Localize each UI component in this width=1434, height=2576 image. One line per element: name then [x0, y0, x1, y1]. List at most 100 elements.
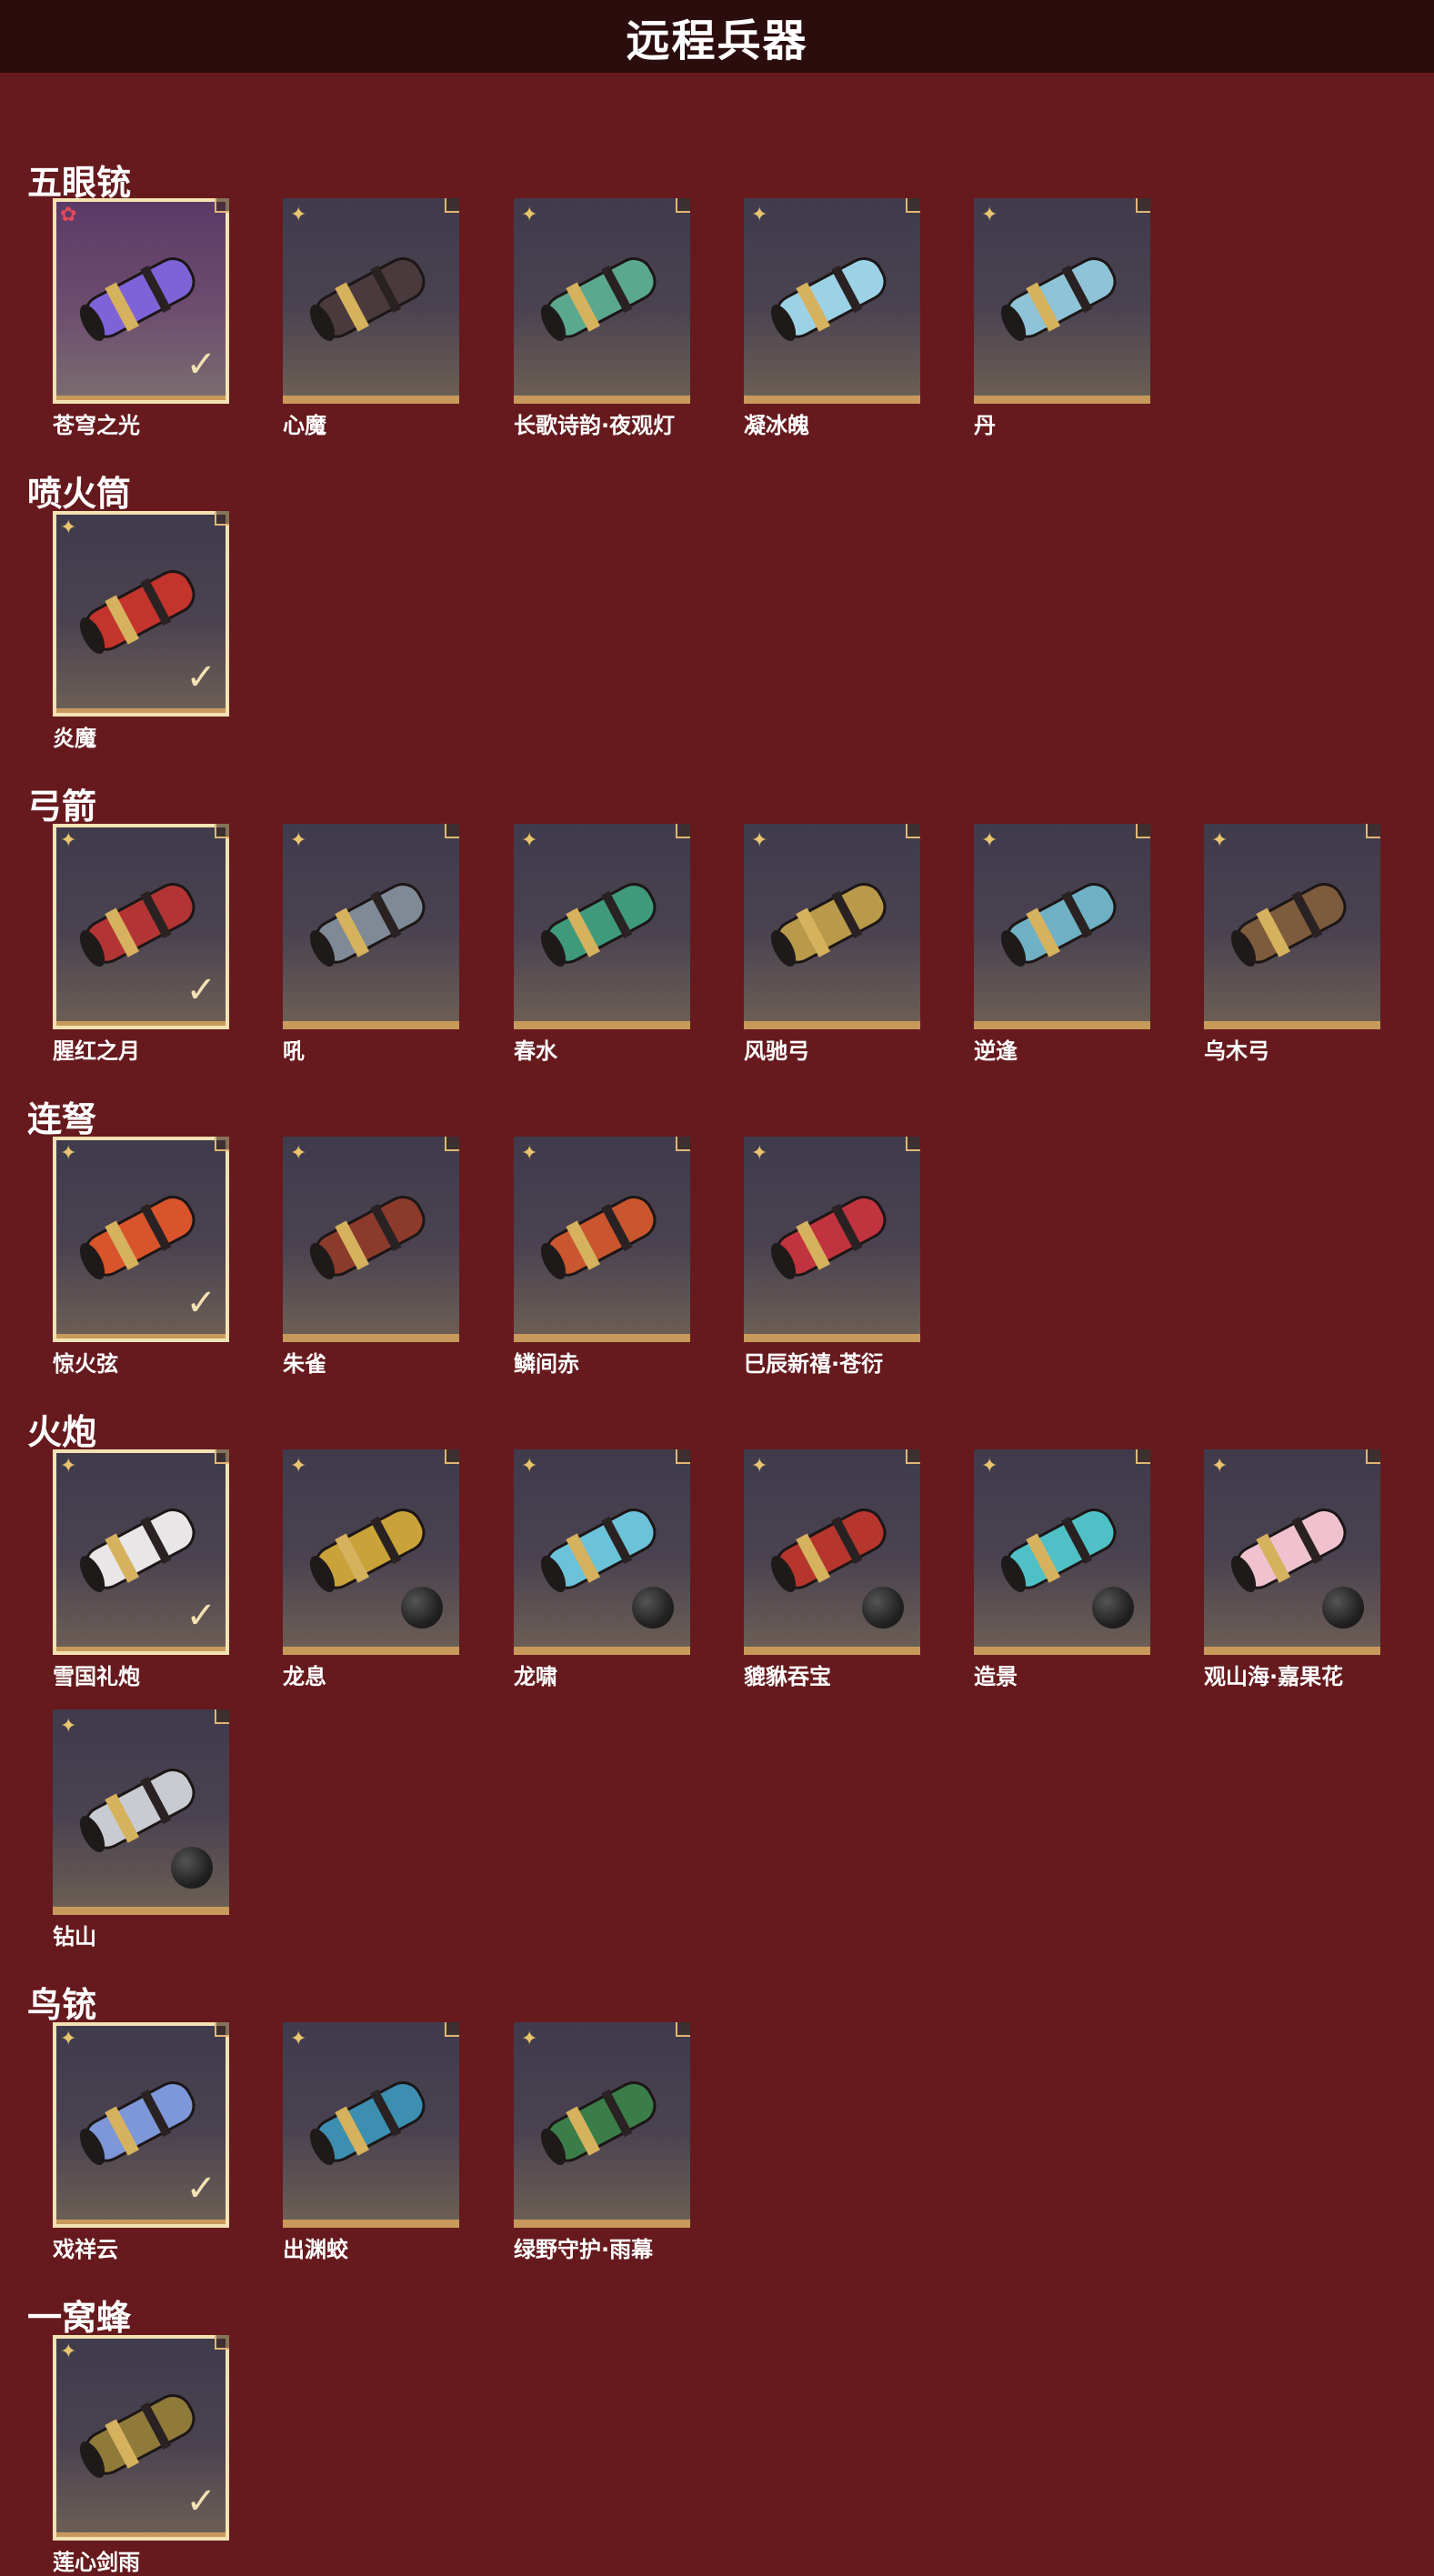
weapon-name: 钻山: [53, 1924, 96, 1950]
weapon-artwork: [309, 1196, 426, 1280]
weapon-card[interactable]: ✦ 凝冰魄: [744, 198, 920, 439]
weapon-thumbnail[interactable]: ✦: [744, 198, 920, 404]
weapon-thumbnail[interactable]: ✦: [283, 1137, 459, 1342]
weapon-card[interactable]: ✦ 观山海·嘉果花: [1204, 1449, 1380, 1690]
weapon-name: 雪国礼炮: [53, 1664, 140, 1689]
weapon-thumbnail[interactable]: ✦: [1204, 824, 1380, 1029]
corner-tab-icon: [215, 1449, 229, 1464]
weapon-card[interactable]: ✦ 朱雀: [283, 1137, 459, 1378]
weapon-card[interactable]: ✦ 风驰弓: [744, 824, 920, 1065]
weapon-thumbnail[interactable]: ✦: [744, 824, 920, 1029]
weapon-card[interactable]: ✦ 貔貅吞宝: [744, 1449, 920, 1690]
weapon-card[interactable]: ✦ 造景: [974, 1449, 1150, 1690]
rarity-star-icon: ✦: [60, 829, 77, 852]
weapon-thumbnail[interactable]: ✦: [1204, 1449, 1380, 1655]
weapon-card[interactable]: ✦ ✓ 惊火弦: [53, 1137, 229, 1378]
corner-tab-icon: [215, 198, 229, 213]
weapon-artwork: [1000, 257, 1117, 342]
weapon-thumbnail[interactable]: ✦: [283, 198, 459, 404]
weapon-card[interactable]: ✦ 长歌诗韵·夜观灯: [514, 198, 690, 439]
weapon-card[interactable]: ✦ 钻山: [53, 1709, 229, 1950]
weapon-thumbnail[interactable]: ✦: [514, 198, 690, 404]
weapon-card[interactable]: ✦ 龙啸: [514, 1449, 690, 1690]
rarity-star-icon: ✦: [521, 1142, 538, 1165]
weapon-card[interactable]: ✦ ✓ 戏祥云: [53, 2022, 229, 2263]
weapon-thumbnail[interactable]: ✦: [744, 1137, 920, 1342]
weapon-thumbnail[interactable]: ✦: [514, 2022, 690, 2228]
header-bar: 远程兵器: [0, 0, 1434, 73]
weapon-thumbnail[interactable]: ✦ ✓: [53, 2335, 229, 2541]
weapon-thumbnail[interactable]: ✦ ✓: [53, 1137, 229, 1342]
rarity-star-icon: ✦: [981, 829, 998, 852]
weapon-card[interactable]: ✦ 龙息: [283, 1449, 459, 1690]
weapon-thumbnail[interactable]: ✦: [283, 1449, 459, 1655]
weapon-card[interactable]: ✦ 巳辰新禧·苍衍: [744, 1137, 920, 1378]
weapon-thumbnail[interactable]: ✦ ✓: [53, 2022, 229, 2228]
corner-tab-icon: [445, 824, 459, 838]
cannonball-icon: [401, 1587, 443, 1629]
weapon-name: 鳞间赤: [514, 1351, 579, 1377]
weapon-name: 貔貅吞宝: [744, 1664, 831, 1689]
rarity-star-icon: ✦: [60, 2340, 77, 2363]
weapon-artwork: [540, 883, 657, 967]
weapon-card[interactable]: ✦ 鳞间赤: [514, 1137, 690, 1378]
weapon-thumbnail[interactable]: ✦ ✓: [53, 824, 229, 1029]
weapon-thumbnail[interactable]: ✦: [283, 2022, 459, 2228]
corner-tab-icon: [1136, 824, 1150, 838]
weapon-thumbnail[interactable]: ✦: [283, 824, 459, 1029]
weapon-card[interactable]: ✿ ✓ 苍穹之光: [53, 198, 229, 439]
weapon-thumbnail[interactable]: ✿ ✓: [53, 198, 229, 404]
weapon-thumbnail[interactable]: ✦: [53, 1709, 229, 1915]
weapon-artwork: [1230, 883, 1347, 967]
checkmark-icon: ✓: [186, 1282, 216, 1324]
rarity-star-icon: ✦: [60, 516, 77, 539]
corner-tab-icon: [445, 2022, 459, 2037]
weapon-card[interactable]: ✦ 吼: [283, 824, 459, 1065]
weapon-name: 炎魔: [53, 726, 96, 751]
cannonball-icon: [171, 1847, 213, 1889]
weapon-card[interactable]: ✦ ✓ 腥红之月: [53, 824, 229, 1065]
rarity-star-icon: ✦: [521, 2028, 538, 2050]
weapon-card[interactable]: ✦ 乌木弓: [1204, 824, 1380, 1065]
weapon-name: 凝冰魄: [744, 413, 809, 438]
weapon-name: 莲心剑雨: [53, 2550, 140, 2575]
section-title: 弓箭: [27, 787, 97, 827]
weapon-artwork: [309, 257, 426, 342]
weapon-artwork: [770, 1196, 887, 1280]
corner-tab-icon: [906, 1449, 920, 1464]
weapon-thumbnail[interactable]: ✦: [514, 1137, 690, 1342]
checkmark-icon: ✓: [186, 2481, 216, 2522]
rarity-star-icon: ✦: [60, 1142, 77, 1165]
corner-tab-icon: [445, 1449, 459, 1464]
corner-tab-icon: [906, 198, 920, 213]
rarity-star-icon: ✦: [290, 204, 307, 226]
weapon-card[interactable]: ✦ 绿野守护·雨幕: [514, 2022, 690, 2263]
weapon-thumbnail[interactable]: ✦: [974, 198, 1150, 404]
section-title: 火炮: [27, 1412, 97, 1452]
rarity-star-icon: ✦: [60, 2028, 77, 2050]
weapon-thumbnail[interactable]: ✦: [974, 1449, 1150, 1655]
weapon-thumbnail[interactable]: ✦: [514, 824, 690, 1029]
weapon-thumbnail[interactable]: ✦ ✓: [53, 511, 229, 717]
weapon-thumbnail[interactable]: ✦ ✓: [53, 1449, 229, 1655]
weapon-name: 丹: [974, 413, 996, 438]
weapon-card[interactable]: ✦ 春水: [514, 824, 690, 1065]
checkmark-icon: ✓: [186, 969, 216, 1011]
weapon-name: 逆逢: [974, 1038, 1018, 1064]
weapon-card[interactable]: ✦ ✓ 莲心剑雨: [53, 2335, 229, 2576]
weapon-thumbnail[interactable]: ✦: [744, 1449, 920, 1655]
weapon-artwork: [770, 883, 887, 967]
rarity-star-icon: ✦: [751, 1142, 768, 1165]
weapon-card[interactable]: ✦ 丹: [974, 198, 1150, 439]
weapon-thumbnail[interactable]: ✦: [514, 1449, 690, 1655]
weapon-card[interactable]: ✦ 出渊蛟: [283, 2022, 459, 2263]
weapon-card[interactable]: ✦ ✓ 炎魔: [53, 511, 229, 752]
weapon-card[interactable]: ✦ ✓ 雪国礼炮: [53, 1449, 229, 1690]
weapon-thumbnail[interactable]: ✦: [974, 824, 1150, 1029]
cannonball-icon: [1322, 1587, 1364, 1629]
weapon-card[interactable]: ✦ 心魔: [283, 198, 459, 439]
weapon-card[interactable]: ✦ 逆逢: [974, 824, 1150, 1065]
weapon-name: 观山海·嘉果花: [1204, 1664, 1344, 1689]
rarity-star-icon: ✦: [751, 204, 768, 226]
corner-tab-icon: [1136, 1449, 1150, 1464]
